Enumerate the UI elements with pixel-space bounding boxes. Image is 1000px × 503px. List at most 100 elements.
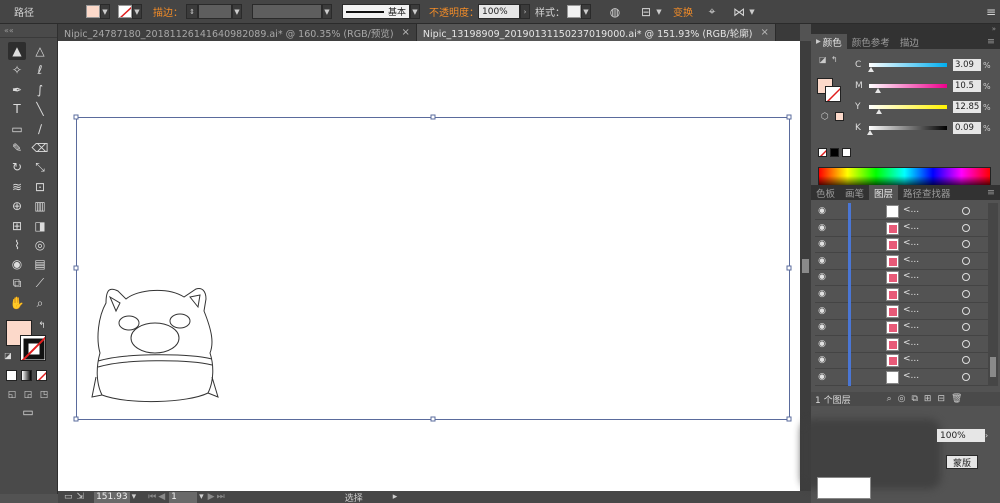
web-safe-swatch[interactable] (835, 112, 844, 121)
prev-artboard-icon[interactable]: ◀ (158, 492, 165, 502)
artboard-number-field[interactable]: 1 (169, 491, 198, 503)
target-circle-icon[interactable] (962, 339, 970, 348)
tab-color[interactable]: ▸ 颜色 (811, 34, 847, 49)
target-circle-icon[interactable] (962, 240, 970, 249)
layer-row[interactable]: ◉ <... (815, 286, 990, 303)
layers-scroll-thumb[interactable] (990, 357, 996, 377)
last-artboard-icon[interactable]: ⏭ (217, 492, 225, 502)
make-mask-button[interactable]: 蒙版 (946, 455, 978, 469)
gradient-mode-icon[interactable] (21, 370, 32, 381)
target-circle-icon[interactable] (962, 256, 970, 265)
shape-builder-tool[interactable]: ⊕ (8, 197, 26, 215)
first-artboard-icon[interactable]: ⏮ (148, 492, 156, 502)
close-icon[interactable]: × (760, 27, 768, 38)
handle-middle-left[interactable] (73, 265, 79, 271)
transparency-thumbnail[interactable] (817, 477, 871, 499)
column-graph-tool[interactable]: ▤ (31, 255, 49, 273)
mesh-tool[interactable]: ⊞ (8, 217, 26, 235)
canvas-scroll-thumb[interactable] (802, 259, 809, 273)
target-circle-icon[interactable] (962, 356, 970, 365)
free-transform-tool[interactable]: ⊡ (31, 178, 49, 196)
out-of-web-color-icon[interactable]: ⬡ (821, 112, 829, 122)
handle-bottom-left[interactable] (73, 416, 79, 422)
layer-name[interactable]: <... (903, 271, 919, 281)
handle-bottom-center[interactable] (430, 416, 436, 422)
layer-row[interactable]: ◉ <... (815, 335, 990, 353)
tab-color-guide[interactable]: 颜色参考 (847, 34, 895, 49)
stroke-color-indicator[interactable] (20, 335, 46, 361)
canvas-workspace[interactable] (58, 41, 800, 491)
visibility-eye-icon[interactable]: ◉ (815, 355, 829, 365)
mini-swap-icon[interactable]: ↰ (831, 55, 838, 64)
panel-collapse-icon[interactable]: ▸ (816, 36, 821, 47)
visibility-eye-icon[interactable]: ◉ (815, 239, 829, 249)
target-circle-icon[interactable] (962, 323, 970, 332)
channel-slider-knob[interactable] (868, 67, 875, 72)
layer-name[interactable]: <... (903, 205, 919, 215)
handle-middle-right[interactable] (786, 265, 792, 271)
layer-row[interactable]: ◉ <... (815, 252, 990, 270)
brush-definition-dropdown[interactable]: ▼ (410, 4, 420, 19)
visibility-eye-icon[interactable]: ◉ (815, 339, 829, 349)
channel-slider-knob[interactable] (876, 109, 883, 114)
stroke-weight-dropdown[interactable]: ▼ (232, 4, 242, 19)
line-segment-tool[interactable]: ╲ (31, 100, 49, 118)
target-circle-icon[interactable] (962, 373, 970, 381)
selection-tool[interactable]: ▲ (8, 42, 26, 60)
layer-row[interactable]: ◉ <... (815, 319, 990, 337)
tab-brushes[interactable]: 画笔 (840, 185, 869, 200)
mini-fill-stroke-icon[interactable]: ◪ (819, 55, 827, 64)
tools-panel-grip[interactable]: «« (0, 24, 57, 38)
blend-tool[interactable]: ◎ (31, 236, 49, 254)
target-circle-icon[interactable] (962, 223, 970, 232)
stroke-swatch[interactable] (118, 5, 132, 18)
pig-outline-drawing[interactable] (91, 288, 219, 403)
type-tool[interactable]: T (8, 100, 26, 118)
layer-row[interactable]: ◉ <... (815, 203, 990, 220)
target-circle-icon[interactable] (962, 207, 970, 215)
tab-swatches[interactable]: 色板 (811, 185, 840, 200)
transparency-opacity-arrow[interactable]: › (985, 429, 993, 442)
opacity-label[interactable]: 不透明度： (429, 3, 479, 20)
black-swatch[interactable] (830, 148, 839, 157)
transparency-opacity-field[interactable]: 100% (937, 429, 985, 442)
eyedropper-tool[interactable]: ⌇ (8, 236, 26, 254)
layer-row[interactable]: ◉ <... (815, 302, 990, 320)
layer-row[interactable]: ◉ <... (815, 369, 990, 386)
recolor-artwork-icon[interactable]: ◍ (607, 3, 623, 20)
channel-slider-track[interactable] (869, 105, 947, 114)
layer-name[interactable]: <... (903, 222, 919, 232)
isolate-object-icon[interactable]: ⌖ (704, 3, 720, 20)
width-tool[interactable]: ≋ (8, 178, 26, 196)
tab-document-2[interactable]: Nipic_13198909_20190131150237019000.ai* … (416, 24, 776, 41)
swap-fill-stroke-icon[interactable]: ↰ (36, 320, 48, 332)
stroke-dropdown-arrow[interactable]: ▼ (132, 4, 142, 19)
collapse-dock-icon[interactable]: » (992, 25, 996, 33)
visibility-eye-icon[interactable]: ◉ (815, 306, 829, 316)
pen-tool[interactable]: ✒ (8, 81, 26, 99)
layer-row[interactable]: ◉ <... (815, 219, 990, 237)
channel-value-field[interactable]: 3.09 (953, 59, 981, 71)
more-options-icon[interactable]: ⋈ (731, 3, 747, 20)
variable-width-field[interactable] (252, 4, 322, 19)
align-icon[interactable]: ⊟ (638, 3, 654, 20)
variable-width-dropdown[interactable]: ▼ (322, 4, 332, 19)
stroke-label[interactable]: 描边： (153, 3, 183, 20)
gradient-tool[interactable]: ◨ (31, 217, 49, 235)
zoom-dropdown-arrow[interactable]: ▾ (132, 492, 137, 502)
channel-slider-knob[interactable] (874, 88, 881, 93)
artboard-dropdown-arrow[interactable]: ▾ (199, 492, 204, 502)
layer-row[interactable]: ◉ <... (815, 352, 990, 370)
stroke-weight-stepper[interactable]: ⇕ (186, 4, 198, 19)
close-icon[interactable]: × (402, 27, 410, 38)
graphic-style-swatch[interactable] (567, 5, 581, 18)
visibility-eye-icon[interactable]: ◉ (815, 256, 829, 266)
tab-pathfinder[interactable]: 路径查找器 (898, 185, 956, 200)
visibility-eye-icon[interactable]: ◉ (815, 223, 829, 233)
channel-slider-track[interactable] (866, 126, 947, 135)
layer-row[interactable]: ◉ <... (815, 236, 990, 254)
visibility-eye-icon[interactable]: ◉ (815, 272, 829, 282)
color-panel-stroke-swatch[interactable] (825, 86, 841, 102)
color-mode-icon[interactable] (6, 370, 17, 381)
color-panel-menu-icon[interactable]: ≡ (982, 34, 1000, 49)
